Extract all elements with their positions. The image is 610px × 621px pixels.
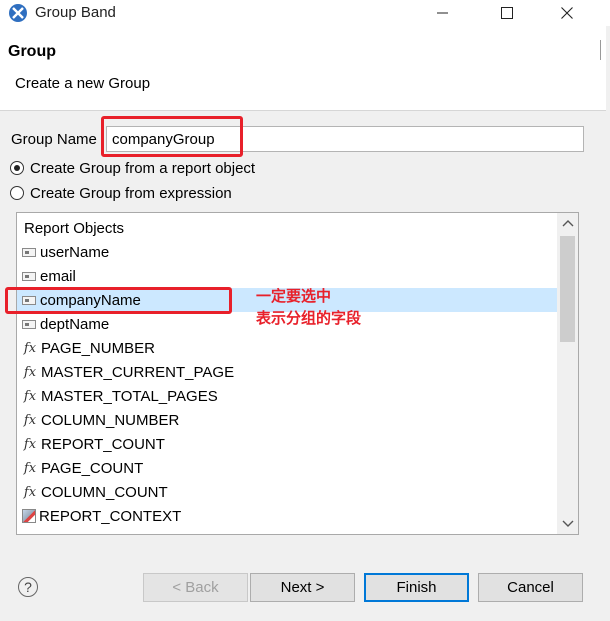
list-item-column-count[interactable]: fx COLUMN_COUNT <box>17 480 557 504</box>
list-item-label: deptName <box>40 315 110 333</box>
minimize-icon <box>437 12 448 14</box>
highlight-box-companyname <box>5 287 232 314</box>
close-icon <box>561 7 573 19</box>
resize-edge <box>600 40 607 60</box>
scroll-down-icon[interactable] <box>562 518 574 528</box>
fx-icon: fx <box>23 388 37 404</box>
page-description: Create a new Group <box>15 75 151 92</box>
annotation-line-2: 表示分组的字段 <box>256 310 362 327</box>
list-item-column-number[interactable]: fx COLUMN_NUMBER <box>17 408 557 432</box>
radio-checked-icon[interactable] <box>10 161 24 175</box>
field-icon <box>22 271 36 281</box>
scroll-up-icon[interactable] <box>562 219 574 229</box>
list-item-label: email <box>40 267 76 285</box>
fx-icon: fx <box>23 412 37 428</box>
annotation-line-1: 一定要选中 <box>256 288 332 305</box>
list-item-report-context[interactable]: REPORT_CONTEXT <box>17 504 557 528</box>
list-item-page-count[interactable]: fx PAGE_COUNT <box>17 456 557 480</box>
list-item-report-objects[interactable]: Report Objects <box>17 216 557 240</box>
radio-expression-label: Create Group from expression <box>30 184 232 202</box>
radio-unchecked-icon[interactable] <box>10 186 24 200</box>
list-item-label: PAGE_NUMBER <box>41 339 155 357</box>
fx-icon: fx <box>23 460 37 476</box>
list-item-username[interactable]: userName <box>17 240 557 264</box>
radio-report-object[interactable]: Create Group from a report object <box>10 158 255 178</box>
report-objects-list[interactable]: Report Objects userName email companyNam… <box>16 212 579 535</box>
list-item-email[interactable]: email <box>17 264 557 288</box>
list-item-label: userName <box>40 243 110 261</box>
group-name-label: Group Name <box>11 131 97 148</box>
list-item-label: COLUMN_COUNT <box>41 483 168 501</box>
list-item-label: REPORT_CONTEXT <box>39 507 182 525</box>
field-icon <box>22 319 36 329</box>
list-item-master-total-pages[interactable]: fx MASTER_TOTAL_PAGES <box>17 384 557 408</box>
fx-icon: fx <box>23 340 37 356</box>
list-item-label: PAGE_COUNT <box>41 459 144 477</box>
minimize-button[interactable] <box>420 0 466 26</box>
help-icon[interactable]: ? <box>18 577 38 597</box>
cancel-button[interactable]: Cancel <box>478 573 583 602</box>
radio-expression[interactable]: Create Group from expression <box>10 183 232 203</box>
list-item-report-count[interactable]: fx REPORT_COUNT <box>17 432 557 456</box>
next-button[interactable]: Next > <box>250 573 355 602</box>
finish-button[interactable]: Finish <box>364 573 469 602</box>
list-item-label: Report Objects <box>24 219 125 237</box>
list-item-label: MASTER_CURRENT_PAGE <box>41 363 235 381</box>
highlight-box-name <box>101 116 243 157</box>
list-item-label: MASTER_TOTAL_PAGES <box>41 387 218 405</box>
fx-icon: fx <box>23 484 37 500</box>
list-item-page-number[interactable]: fx PAGE_NUMBER <box>17 336 557 360</box>
close-button[interactable] <box>544 0 590 26</box>
fx-icon: fx <box>23 436 37 452</box>
list-item-label: COLUMN_NUMBER <box>41 411 180 429</box>
page-title: Group <box>8 43 56 60</box>
annotation-text: 一定要选中 表示分组的字段 <box>256 286 361 330</box>
field-icon <box>22 247 36 257</box>
maximize-button[interactable] <box>484 0 530 26</box>
window-title: Group Band <box>35 4 116 21</box>
list-item-label: REPORT_COUNT <box>41 435 165 453</box>
radio-report-object-label: Create Group from a report object <box>30 159 256 177</box>
list-item-master-current-page[interactable]: fx MASTER_CURRENT_PAGE <box>17 360 557 384</box>
context-icon <box>22 509 36 523</box>
maximize-icon <box>501 7 513 19</box>
wizard-header <box>0 26 606 111</box>
back-button[interactable]: < Back <box>143 573 248 602</box>
fx-icon: fx <box>23 364 37 380</box>
scrollbar-thumb[interactable] <box>560 236 575 342</box>
app-icon <box>9 4 27 22</box>
